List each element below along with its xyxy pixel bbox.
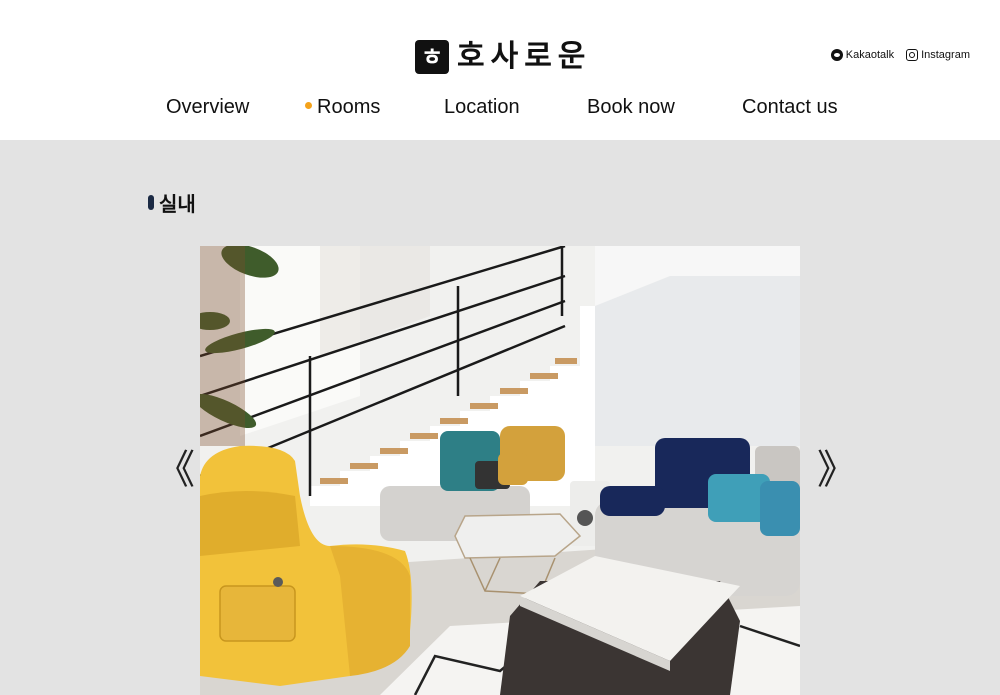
brand-logo[interactable]: ㅎ 호사로운 (415, 40, 591, 74)
social-links: Kakaotalk Instagram (819, 49, 970, 61)
instagram-link[interactable]: Instagram (906, 49, 970, 61)
section-heading: 실내 (148, 188, 196, 217)
brand-name: 호사로운 (457, 39, 592, 74)
main-nav: Overview Rooms Location Book now Contact… (0, 96, 1000, 126)
nav-item-location[interactable]: Location (444, 96, 520, 119)
kakaotalk-icon (830, 49, 843, 61)
nav-item-overview[interactable]: Overview (166, 96, 249, 119)
site-header: ㅎ 호사로운 Kakaotalk Instagram Overview Room… (0, 0, 1000, 140)
brand-mark-icon: ㅎ (415, 40, 449, 74)
nav-item-rooms[interactable]: Rooms (305, 96, 380, 119)
nav-item-label: Location (444, 96, 520, 118)
instagram-label: Instagram (921, 49, 970, 61)
section-title-text: 실내 (159, 192, 196, 216)
nav-item-label: Rooms (317, 96, 381, 118)
living-room-image (200, 246, 800, 695)
carousel-prev-button[interactable]: 《 (155, 450, 195, 490)
nav-item-book-now[interactable]: Book now (587, 96, 675, 119)
carousel-next-button[interactable]: 》 (817, 450, 857, 490)
nav-item-contact-us[interactable]: Contact us (742, 96, 838, 119)
rooms-section: 실내 《 》 (0, 140, 1000, 695)
heading-bar-icon (148, 195, 154, 210)
kakaotalk-label: Kakaotalk (845, 49, 895, 61)
nav-item-label: Overview (166, 96, 250, 118)
instagram-icon (906, 49, 919, 61)
nav-item-label: Contact us (742, 96, 838, 118)
active-indicator-dot (305, 102, 312, 110)
kakaotalk-link[interactable]: Kakaotalk (830, 49, 895, 61)
room-photo (200, 246, 800, 695)
nav-item-label: Book now (587, 96, 675, 118)
